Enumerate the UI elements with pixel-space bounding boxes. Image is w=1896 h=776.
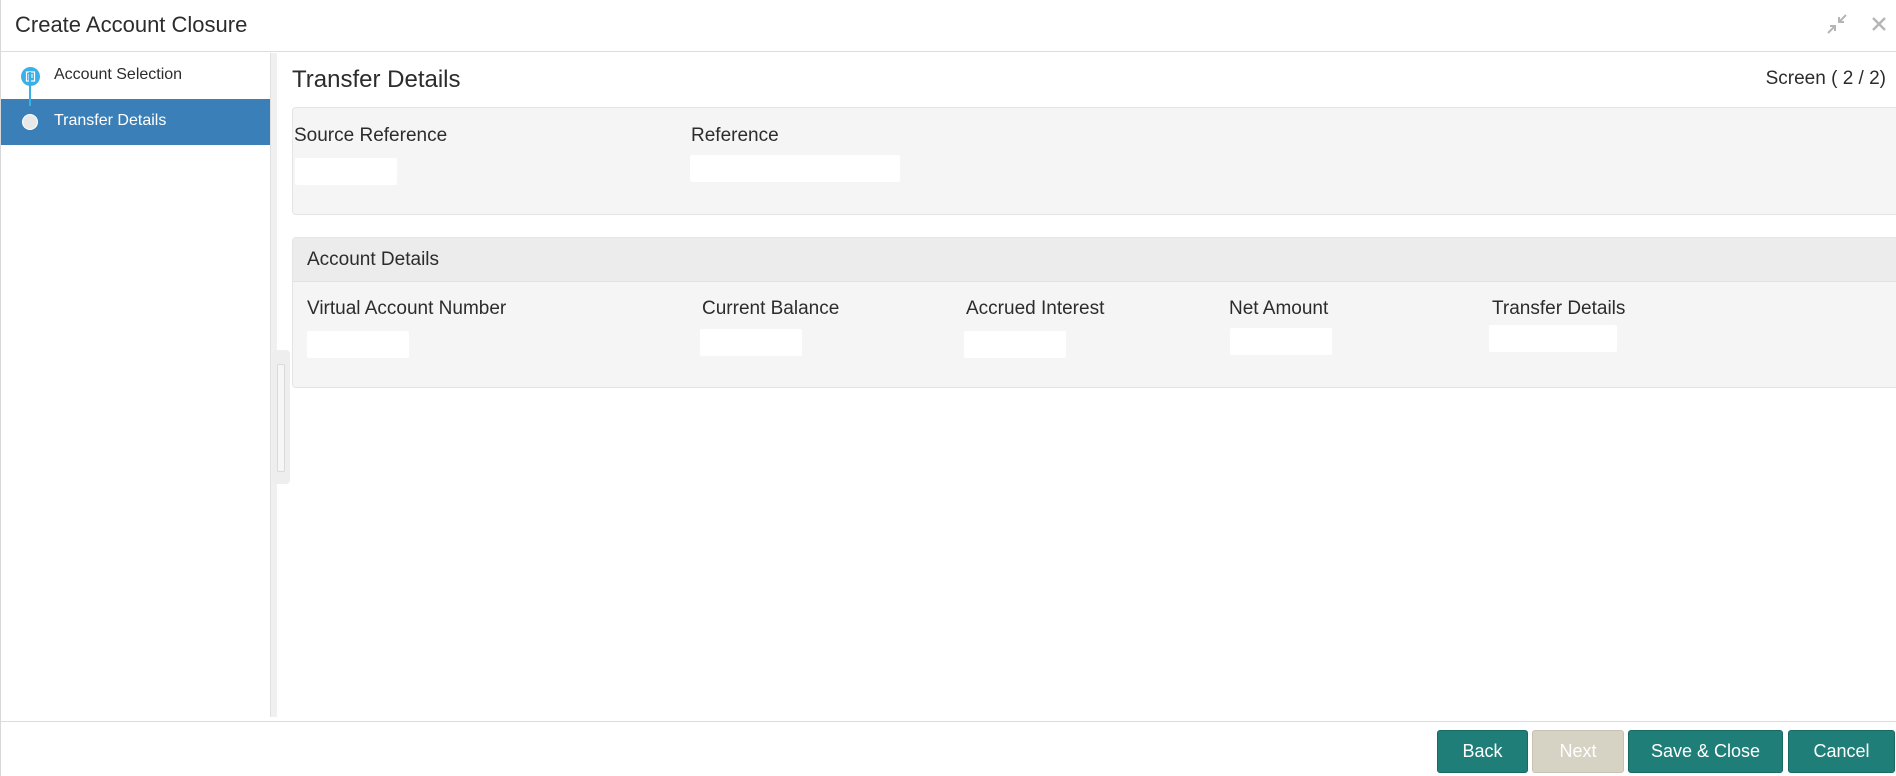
page-title: Transfer Details [292,66,461,93]
action-footer: Back Next Save & Close Cancel [1,721,1896,776]
create-account-closure-window: Create Account Closure Account Selection… [0,0,1896,776]
virtual-account-number-value [307,331,409,358]
account-details-panel: Account Details Virtual Account Number C… [292,237,1896,388]
reference-panel: Source Reference Reference [292,107,1896,215]
collapse-arrows-icon[interactable] [1825,12,1849,36]
reference-label: Reference [691,125,779,146]
save-close-button[interactable]: Save & Close [1628,730,1783,773]
source-reference-label: Source Reference [294,125,448,146]
net-amount-label: Net Amount [1229,298,1329,319]
next-button[interactable]: Next [1532,730,1624,773]
window-header: Create Account Closure [1,0,1896,52]
step-current-icon [22,114,38,130]
screen-counter: Screen ( 2 / 2) [1765,68,1886,89]
window-controls [1825,12,1891,36]
net-amount-value [1230,328,1332,355]
transfer-details-label: Transfer Details [1492,298,1626,319]
current-balance-label: Current Balance [702,298,840,319]
resize-grip [277,364,285,472]
sidebar-item-label: Account Selection [54,66,183,83]
window-title: Create Account Closure [15,12,248,37]
account-details-heading: Account Details [307,249,440,270]
accrued-interest-label: Accrued Interest [966,298,1105,319]
sidebar-item-account-selection[interactable]: Account Selection [1,53,270,99]
cancel-button[interactable]: Cancel [1788,730,1895,773]
virtual-account-number-label: Virtual Account Number [307,298,507,319]
account-details-header: Account Details [293,238,1896,282]
sidebar-item-label: Transfer Details [54,112,167,129]
accrued-interest-value [964,331,1066,358]
transfer-details-value [1489,325,1617,352]
sidebar-item-transfer-details[interactable]: Transfer Details [1,99,270,145]
close-icon[interactable] [1867,12,1891,36]
sidebar-resize-handle[interactable] [272,350,290,484]
steps-sidebar: Account Selection Transfer Details [1,53,271,717]
current-balance-value [700,329,802,356]
back-button[interactable]: Back [1437,730,1528,773]
step-connector [29,72,31,106]
reference-field[interactable] [690,155,900,182]
source-reference-field[interactable] [295,158,397,185]
